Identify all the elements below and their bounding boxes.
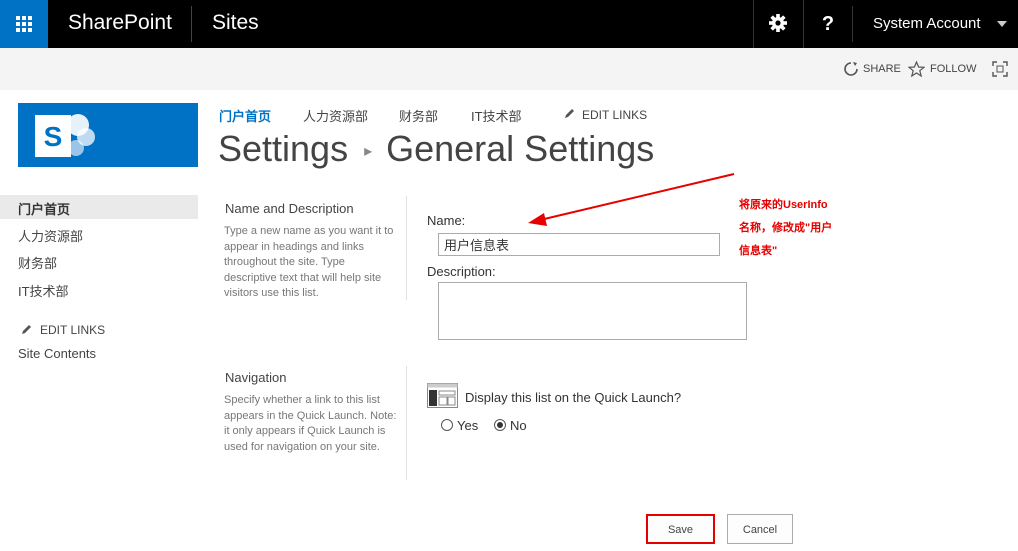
- breadcrumb-parent[interactable]: Settings: [218, 128, 348, 169]
- name-section-description: Type a new name as you want it to appear…: [224, 225, 394, 299]
- divider: [852, 6, 853, 42]
- breadcrumb-current: General Settings: [386, 128, 655, 169]
- pencil-icon[interactable]: [563, 107, 576, 120]
- share-button[interactable]: SHARE: [863, 63, 901, 75]
- quick-launch-item-finance[interactable]: 财务部: [0, 249, 198, 273]
- annotation-text: 信息表": [739, 245, 778, 257]
- quick-launch-question: Display this list on the Quick Launch?: [465, 390, 682, 405]
- quick-launch-label: 门户首页: [18, 202, 71, 217]
- chevron-down-icon[interactable]: [997, 21, 1007, 27]
- sharepoint-logo-icon: S: [35, 114, 95, 157]
- annotation-text: 将原来的UserInfo: [739, 199, 828, 211]
- no-label[interactable]: No: [510, 418, 527, 433]
- divider: [406, 196, 407, 300]
- pencil-icon[interactable]: [20, 323, 33, 336]
- top-nav-finance[interactable]: 财务部: [399, 106, 438, 125]
- follow-button[interactable]: FOLLOW: [930, 63, 976, 75]
- brand-link[interactable]: SharePoint: [68, 11, 172, 35]
- suite-bar: SharePoint Sites ? System Account: [0, 0, 1018, 48]
- waffle-icon: [16, 16, 32, 32]
- cancel-button[interactable]: Cancel: [727, 514, 793, 544]
- ribbon-bar: SHARE FOLLOW: [0, 48, 1018, 90]
- save-button-highlight: Save: [646, 514, 715, 544]
- page-title: Settings ▸ General Settings: [218, 128, 654, 170]
- yes-radio[interactable]: [441, 419, 453, 431]
- save-button[interactable]: Save: [648, 516, 713, 544]
- site-contents-link[interactable]: Site Contents: [18, 346, 96, 361]
- help-button[interactable]: ?: [803, 0, 852, 48]
- name-input[interactable]: [438, 233, 720, 256]
- top-nav-hr[interactable]: 人力资源部: [303, 106, 368, 125]
- app-launcher-button[interactable]: [0, 0, 48, 48]
- name-section-title: Name and Description: [225, 201, 354, 216]
- quick-launch-item-home[interactable]: 门户首页: [0, 195, 198, 219]
- gear-icon: [769, 14, 787, 32]
- annotation-arrow-icon: [528, 173, 735, 226]
- svg-text:S: S: [44, 121, 63, 152]
- sites-link[interactable]: Sites: [212, 11, 259, 35]
- no-radio[interactable]: [494, 419, 506, 431]
- top-nav-it[interactable]: IT技术部: [471, 106, 522, 125]
- settings-button[interactable]: [753, 0, 802, 48]
- top-nav-edit-links[interactable]: EDIT LINKS: [582, 108, 647, 122]
- quick-launch-label: 人力资源部: [18, 229, 84, 244]
- description-textarea[interactable]: [438, 282, 747, 340]
- account-menu[interactable]: System Account: [873, 15, 981, 32]
- quick-launch-preview-icon: [427, 383, 458, 408]
- name-label: Name:: [427, 213, 466, 228]
- divider: [191, 6, 192, 42]
- navigation-section-description: Specify whether a link to this list appe…: [224, 394, 397, 453]
- description-label: Description:: [427, 264, 496, 279]
- quick-launch-label: IT技术部: [18, 284, 69, 299]
- focus-mode-icon[interactable]: [992, 61, 1008, 77]
- quick-launch-item-hr[interactable]: 人力资源部: [0, 222, 198, 246]
- yes-label[interactable]: Yes: [457, 418, 478, 433]
- star-icon[interactable]: [908, 61, 925, 77]
- top-nav-home[interactable]: 门户首页: [219, 106, 271, 125]
- share-icon[interactable]: [843, 61, 859, 77]
- divider: [406, 366, 407, 480]
- quick-launch-edit-links[interactable]: EDIT LINKS: [40, 323, 105, 337]
- quick-launch-label: 财务部: [18, 256, 58, 271]
- quick-launch-item-it[interactable]: IT技术部: [0, 277, 198, 301]
- site-logo[interactable]: S: [18, 103, 198, 167]
- breadcrumb-separator-icon: ▸: [364, 143, 373, 161]
- navigation-section-title: Navigation: [225, 370, 287, 385]
- annotation-text: 名称，修改成"用户: [739, 222, 833, 234]
